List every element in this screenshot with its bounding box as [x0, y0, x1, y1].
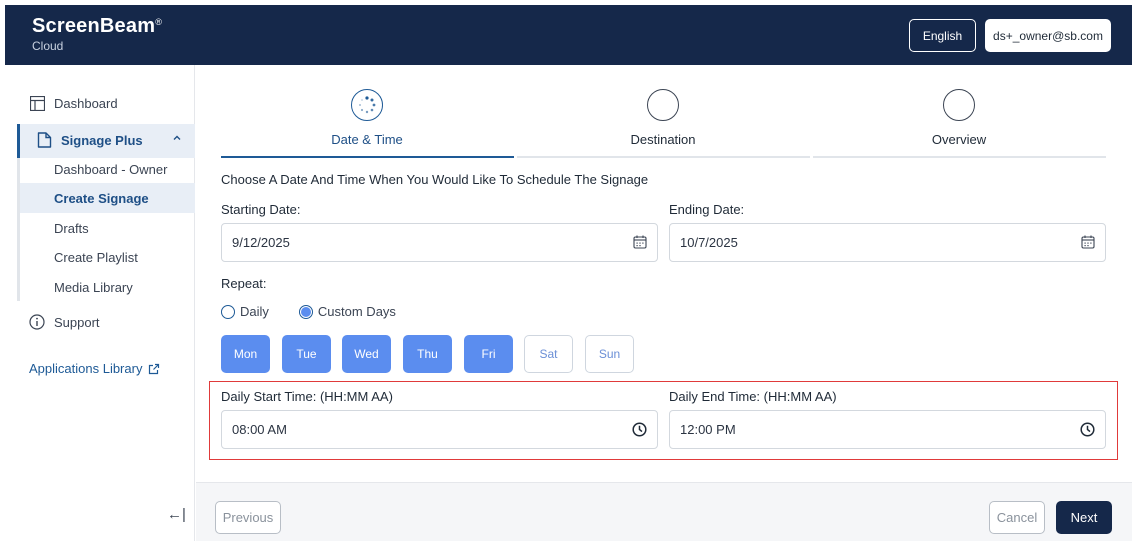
repeat-custom-days-option[interactable]: Custom Days — [298, 304, 396, 319]
collapse-sidebar-icon[interactable]: ←| — [167, 506, 186, 523]
loading-icon — [351, 89, 383, 121]
step-label: Destination — [630, 132, 696, 147]
sidebar-item-support[interactable]: Support — [29, 312, 100, 332]
daily-end-time-field[interactable]: 12:00 PM — [669, 410, 1106, 449]
step-progress-inactive — [813, 156, 1106, 158]
starting-date-label: Starting Date: — [221, 202, 301, 217]
sidebar-item-label: Dashboard — [54, 95, 118, 111]
step-progress-active — [221, 156, 514, 158]
applications-library-link[interactable]: Applications Library — [29, 361, 160, 376]
radio-custom-days[interactable] — [298, 304, 313, 319]
next-button[interactable]: Next — [1056, 501, 1112, 534]
previous-button[interactable]: Previous — [215, 501, 281, 534]
repeat-label: Repeat: — [221, 276, 267, 291]
step-overview[interactable]: Overview — [859, 89, 1059, 147]
brand-name: ScreenBeam® — [32, 15, 163, 37]
applications-library-label: Applications Library — [29, 361, 143, 376]
day-toggle-thu[interactable]: Thu — [403, 335, 452, 373]
sidebar-subitem-media-library[interactable]: Media Library — [20, 272, 195, 302]
footer-bar: Previous Cancel Next — [196, 482, 1132, 541]
sidebar-subitem-drafts[interactable]: Drafts — [20, 213, 195, 243]
radio-daily[interactable] — [221, 304, 235, 319]
sidebar-item-label: Support — [54, 314, 100, 330]
daily-start-time-value: 08:00 AM — [232, 422, 287, 437]
sidebar-group-label: Signage Plus — [61, 132, 143, 148]
external-link-icon — [148, 363, 160, 375]
repeat-options: Daily Custom Days — [221, 304, 426, 319]
sidebar-subitem-dashboard-owner[interactable]: Dashboard - Owner — [20, 154, 195, 184]
calendar-icon[interactable] — [633, 235, 647, 249]
clock-icon[interactable] — [1080, 422, 1095, 437]
day-toggle-tue[interactable]: Tue — [282, 335, 331, 373]
user-account-button[interactable]: ds+_owner@sb.com — [985, 19, 1111, 52]
step-destination[interactable]: Destination — [563, 89, 763, 147]
sidebar-group-signage-plus[interactable]: Signage Plus — [17, 124, 195, 158]
dashboard-icon — [29, 95, 45, 111]
sidebar-subitem-create-playlist[interactable]: Create Playlist — [20, 242, 195, 272]
file-icon — [37, 132, 53, 148]
brand-logo[interactable]: ScreenBeam® Cloud — [32, 15, 162, 53]
sidebar: Dashboard Signage Plus Dashboard - Owner… — [5, 65, 195, 541]
brand-sub: Cloud — [32, 39, 64, 53]
radio-label: Daily — [240, 304, 269, 319]
day-toggle-sun[interactable]: Sun — [585, 335, 634, 373]
starting-date-value: 9/12/2025 — [232, 235, 290, 250]
top-header: ScreenBeam® Cloud English ds+_owner@sb.c… — [5, 5, 1132, 65]
starting-date-field[interactable]: 9/12/2025 — [221, 223, 658, 262]
daily-end-time-label: Daily End Time: (HH:MM AA) — [669, 389, 837, 404]
step-label: Overview — [931, 132, 987, 147]
language-button[interactable]: English — [909, 19, 976, 52]
daily-start-time-field[interactable]: 08:00 AM — [221, 410, 658, 449]
daily-end-time-value: 12:00 PM — [680, 422, 736, 437]
repeat-daily-option[interactable]: Daily — [221, 304, 269, 319]
ending-date-field[interactable]: 10/7/2025 — [669, 223, 1106, 262]
step-circle-icon — [647, 89, 679, 121]
calendar-icon[interactable] — [1081, 235, 1095, 249]
chevron-up-icon[interactable] — [172, 132, 182, 146]
sidebar-item-dashboard[interactable]: Dashboard — [29, 93, 118, 113]
step-date-time[interactable]: Date & Time — [267, 89, 467, 147]
day-toggle-sat[interactable]: Sat — [524, 335, 573, 373]
daily-start-time-label: Daily Start Time: (HH:MM AA) — [221, 389, 393, 404]
form-intro: Choose A Date And Time When You Would Li… — [221, 172, 649, 187]
sidebar-group-label-row: Signage Plus — [37, 132, 143, 148]
info-icon — [29, 314, 45, 330]
ending-date-label: Ending Date: — [669, 202, 745, 217]
step-label: Date & Time — [331, 132, 403, 147]
radio-label: Custom Days — [317, 304, 396, 319]
day-toggle-wed[interactable]: Wed — [342, 335, 391, 373]
day-toggle-fri[interactable]: Fri — [464, 335, 513, 373]
cancel-button[interactable]: Cancel — [989, 501, 1045, 534]
step-progress-inactive — [517, 156, 810, 158]
sidebar-subitem-create-signage[interactable]: Create Signage — [20, 183, 195, 213]
ending-date-value: 10/7/2025 — [680, 235, 738, 250]
step-circle-icon — [943, 89, 975, 121]
day-toggle-mon[interactable]: Mon — [221, 335, 270, 373]
clock-icon[interactable] — [632, 422, 647, 437]
